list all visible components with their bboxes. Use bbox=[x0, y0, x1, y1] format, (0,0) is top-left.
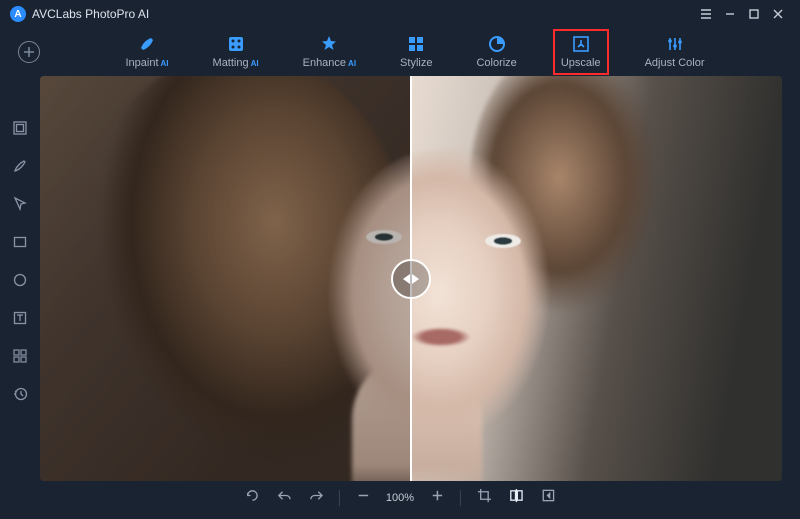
crop-icon bbox=[477, 488, 492, 508]
rectangle-icon bbox=[12, 234, 28, 255]
brush-icon bbox=[12, 158, 28, 179]
app-title: AVCLabs PhotoPro AI bbox=[32, 7, 149, 21]
redo-button[interactable] bbox=[307, 489, 325, 507]
tool-label: Upscale bbox=[561, 57, 601, 69]
pointer-icon bbox=[12, 196, 28, 217]
stylize-icon bbox=[407, 35, 425, 53]
reset-button[interactable] bbox=[243, 489, 261, 507]
plus-icon bbox=[23, 46, 35, 58]
adjust-color-icon bbox=[666, 35, 684, 53]
tool-label: Stylize bbox=[400, 57, 432, 69]
canvas-area bbox=[40, 76, 782, 481]
side-tool-layers[interactable] bbox=[10, 120, 30, 140]
layers-icon bbox=[12, 120, 28, 141]
tool-label: Enhance bbox=[303, 57, 346, 69]
add-image-button[interactable] bbox=[18, 41, 40, 63]
tool-adjust-color[interactable]: Adjust Color bbox=[641, 33, 709, 71]
tool-label: Adjust Color bbox=[645, 57, 705, 69]
close-button[interactable] bbox=[766, 2, 790, 26]
compare-icon bbox=[509, 488, 524, 508]
close-icon bbox=[772, 8, 784, 20]
title-bar: A AVCLabs PhotoPro AI bbox=[0, 0, 800, 28]
side-tool-brush[interactable] bbox=[10, 158, 30, 178]
text-icon bbox=[12, 310, 28, 331]
undo-button[interactable] bbox=[275, 489, 293, 507]
grid-icon bbox=[12, 348, 28, 369]
logo-badge-icon: A bbox=[10, 6, 26, 22]
side-tool-rectangle[interactable] bbox=[10, 234, 30, 254]
compare-button[interactable] bbox=[507, 489, 525, 507]
history-icon bbox=[12, 386, 28, 407]
tool-label: Colorize bbox=[476, 57, 516, 69]
hamburger-icon bbox=[700, 8, 712, 20]
export-icon bbox=[541, 488, 556, 508]
separator bbox=[460, 490, 461, 506]
matting-icon bbox=[227, 35, 245, 53]
tool-matting[interactable]: MattingAI bbox=[209, 33, 263, 71]
side-tool-text[interactable] bbox=[10, 310, 30, 330]
tool-label: Matting bbox=[213, 57, 249, 69]
circle-icon bbox=[12, 272, 28, 293]
crop-button[interactable] bbox=[475, 489, 493, 507]
maximize-button[interactable] bbox=[742, 2, 766, 26]
redo-icon bbox=[308, 488, 323, 508]
ai-badge: AI bbox=[161, 59, 169, 68]
tool-colorize[interactable]: Colorize bbox=[472, 33, 520, 71]
side-tool-history[interactable] bbox=[10, 386, 30, 406]
maximize-icon bbox=[748, 8, 760, 20]
tool-label: Inpaint bbox=[126, 57, 159, 69]
tool-upscale[interactable]: Upscale bbox=[557, 33, 605, 71]
menu-button[interactable] bbox=[694, 2, 718, 26]
minimize-icon bbox=[724, 8, 736, 20]
app-logo: A AVCLabs PhotoPro AI bbox=[10, 6, 149, 22]
zoom-in-button[interactable] bbox=[428, 489, 446, 507]
zoom-out-icon bbox=[355, 488, 370, 508]
zoom-value: 100% bbox=[386, 492, 414, 504]
side-toolbar bbox=[0, 120, 40, 406]
colorize-icon bbox=[488, 35, 506, 53]
upscale-icon bbox=[572, 35, 590, 53]
compare-slider-handle[interactable] bbox=[391, 259, 431, 299]
side-tool-circle[interactable] bbox=[10, 272, 30, 292]
zoom-in-icon bbox=[430, 488, 445, 508]
tool-stylize[interactable]: Stylize bbox=[396, 33, 436, 71]
tool-enhance[interactable]: EnhanceAI bbox=[299, 33, 360, 71]
export-button[interactable] bbox=[539, 489, 557, 507]
main-toolbar: InpaintAIMattingAIEnhanceAIStylizeColori… bbox=[0, 28, 800, 76]
tool-inpaint[interactable]: InpaintAI bbox=[122, 33, 173, 71]
inpaint-icon bbox=[138, 35, 156, 53]
side-tool-grid[interactable] bbox=[10, 348, 30, 368]
ai-badge: AI bbox=[251, 59, 259, 68]
tool-tabs: InpaintAIMattingAIEnhanceAIStylizeColori… bbox=[40, 33, 790, 71]
undo-icon bbox=[276, 488, 291, 508]
side-tool-pointer[interactable] bbox=[10, 196, 30, 216]
zoom-out-button[interactable] bbox=[354, 489, 372, 507]
bottom-toolbar: 100% bbox=[233, 483, 567, 513]
enhance-icon bbox=[320, 35, 338, 53]
separator bbox=[339, 490, 340, 506]
reset-icon bbox=[244, 488, 259, 508]
minimize-button[interactable] bbox=[718, 2, 742, 26]
ai-badge: AI bbox=[348, 59, 356, 68]
